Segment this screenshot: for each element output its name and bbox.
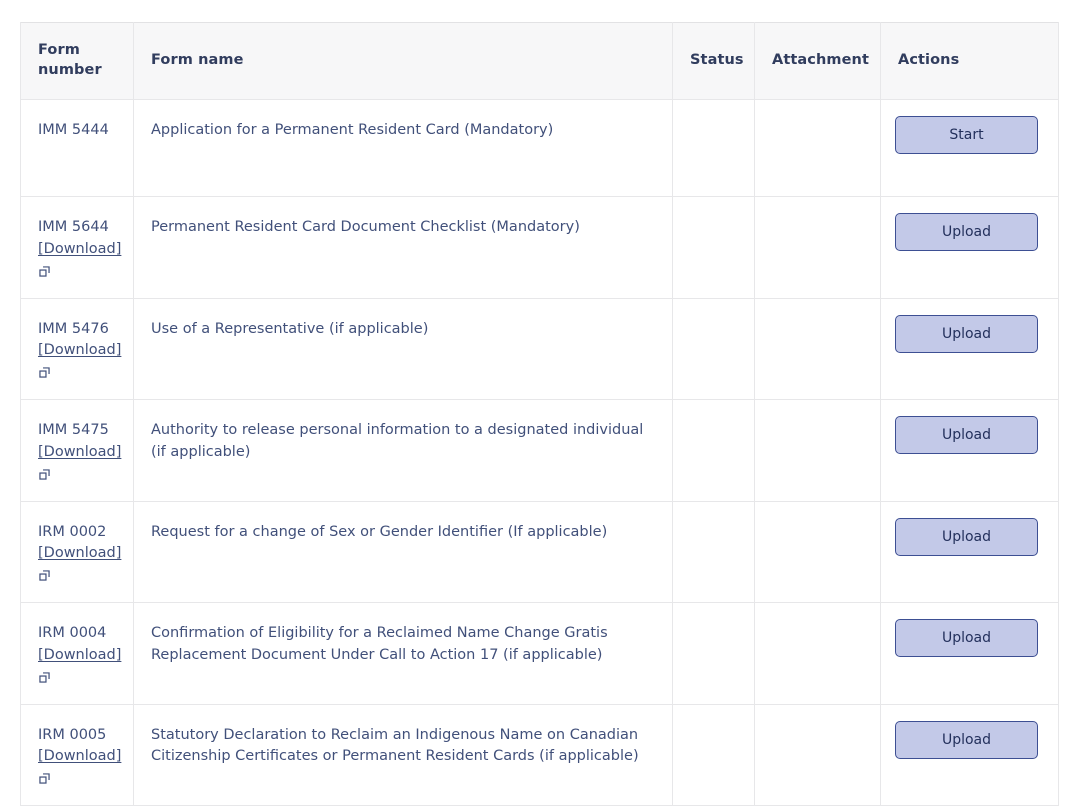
form-number-text: IRM 0005 (38, 726, 107, 743)
external-link-icon[interactable] (38, 671, 51, 684)
form-name-text: Request for a change of Sex or Gender Id… (151, 523, 608, 540)
column-header-actions: Actions (880, 22, 1059, 100)
form-name-text: Use of a Representative (if applicable) (151, 320, 429, 337)
cell-form-number: IRM 0002 [Download] (20, 500, 134, 603)
cell-form-number: IMM 5476 [Download] (20, 297, 134, 400)
cell-status (672, 500, 755, 603)
upload-button[interactable]: Upload (895, 314, 1038, 353)
column-header-status: Status (672, 22, 755, 100)
cell-status (672, 99, 755, 197)
cell-attachment (754, 297, 881, 400)
cell-attachment (754, 602, 881, 705)
cell-actions: Start (880, 99, 1059, 197)
cell-form-name: Permanent Resident Card Document Checkli… (133, 196, 673, 299)
forms-table-wrapper: Form number Form name Status Attachment … (20, 22, 1059, 806)
form-number-text: IMM 5475 (38, 422, 109, 438)
table-header: Form number Form name Status Attachment … (20, 22, 1059, 100)
cell-actions: Upload (880, 196, 1059, 299)
column-header-attachment: Attachment (754, 22, 881, 100)
cell-form-name: Use of a Representative (if applicable) (133, 297, 673, 400)
download-link[interactable]: [Download] (38, 543, 121, 565)
form-number-text: IRM 0002 (38, 523, 107, 540)
cell-status (672, 602, 755, 705)
cell-attachment (754, 196, 881, 299)
table-row: IMM 5476 [Download] Use of a Representativ… (20, 297, 1059, 400)
cell-actions: Upload (880, 297, 1059, 400)
cell-form-number: IMM 5644 [Download] (20, 196, 134, 299)
table-row: IMM 5475 [Download] Authority to release p… (20, 399, 1059, 502)
cell-actions: Upload (880, 703, 1059, 806)
column-header-form-number: Form number (20, 22, 134, 100)
external-link-icon[interactable] (38, 265, 51, 278)
cell-attachment (754, 500, 881, 603)
external-link-icon[interactable] (38, 366, 51, 379)
cell-status (672, 399, 755, 502)
cell-form-number: IMM 5444 (20, 99, 134, 197)
table-header-row: Form number Form name Status Attachment … (20, 22, 1059, 100)
cell-form-name: Request for a change of Sex or Gender Id… (133, 500, 673, 603)
download-link[interactable]: [Download] (38, 746, 121, 768)
form-number-text: IRM 0004 (38, 625, 107, 641)
form-number-text: IMM 5444 (38, 122, 109, 138)
form-name-text: Permanent Resident Card Document Checkli… (151, 219, 580, 235)
cell-form-number: IMM 5475 [Download] (20, 399, 134, 502)
form-name-text: Statutory Declaration to Reclaim an Indi… (151, 726, 639, 765)
form-name-text: Confirmation of Eligibility for a Reclai… (151, 625, 608, 663)
table-row: IRM 0004 [Download] Confirmation of Eligib… (20, 602, 1059, 705)
cell-form-name: Authority to release personal informatio… (133, 399, 673, 502)
form-name-text: Authority to release personal informatio… (151, 422, 644, 460)
cell-actions: Upload (880, 500, 1059, 603)
form-number-text: IMM 5644 (38, 219, 109, 235)
cell-attachment (754, 399, 881, 502)
form-name-text: Application for a Permanent Resident Car… (151, 122, 554, 138)
external-link-icon[interactable] (38, 468, 51, 481)
form-number-text: IMM 5476 (38, 320, 109, 337)
cell-form-name: Confirmation of Eligibility for a Reclai… (133, 602, 673, 705)
cell-form-name: Application for a Permanent Resident Car… (133, 99, 673, 197)
cell-status (672, 703, 755, 806)
table-body: IMM 5444 Application for a Permanent Resi… (20, 99, 1059, 806)
cell-status (672, 196, 755, 299)
start-button[interactable]: Start (895, 116, 1038, 154)
column-header-form-name: Form name (133, 22, 673, 100)
table-row: IRM 0005 [Download] Statutory Declaration … (20, 703, 1059, 806)
upload-button[interactable]: Upload (895, 720, 1038, 759)
cell-status (672, 297, 755, 400)
cell-attachment (754, 703, 881, 806)
upload-button[interactable]: Upload (895, 416, 1038, 454)
page-root: Form number Form name Status Attachment … (0, 0, 1080, 806)
cell-form-number: IRM 0005 [Download] (20, 703, 134, 806)
download-link[interactable]: [Download] (38, 340, 121, 362)
table-row: IMM 5444 Application for a Permanent Resi… (20, 99, 1059, 197)
table-row: IMM 5644 [Download] Permanent Resident Car… (20, 196, 1059, 299)
forms-table: Form number Form name Status Attachment … (20, 22, 1059, 806)
cell-actions: Upload (880, 399, 1059, 502)
download-link[interactable]: [Download] (38, 239, 121, 261)
download-link[interactable]: [Download] (38, 442, 121, 464)
cell-form-number: IRM 0004 [Download] (20, 602, 134, 705)
cell-form-name: Statutory Declaration to Reclaim an Indi… (133, 703, 673, 806)
download-link[interactable]: [Download] (38, 645, 121, 667)
cell-attachment (754, 99, 881, 197)
upload-button[interactable]: Upload (895, 213, 1038, 251)
external-link-icon[interactable] (38, 569, 51, 582)
upload-button[interactable]: Upload (895, 517, 1038, 556)
upload-button[interactable]: Upload (895, 619, 1038, 657)
cell-actions: Upload (880, 602, 1059, 705)
table-row: IRM 0002 [Download] Request for a change o… (20, 500, 1059, 603)
